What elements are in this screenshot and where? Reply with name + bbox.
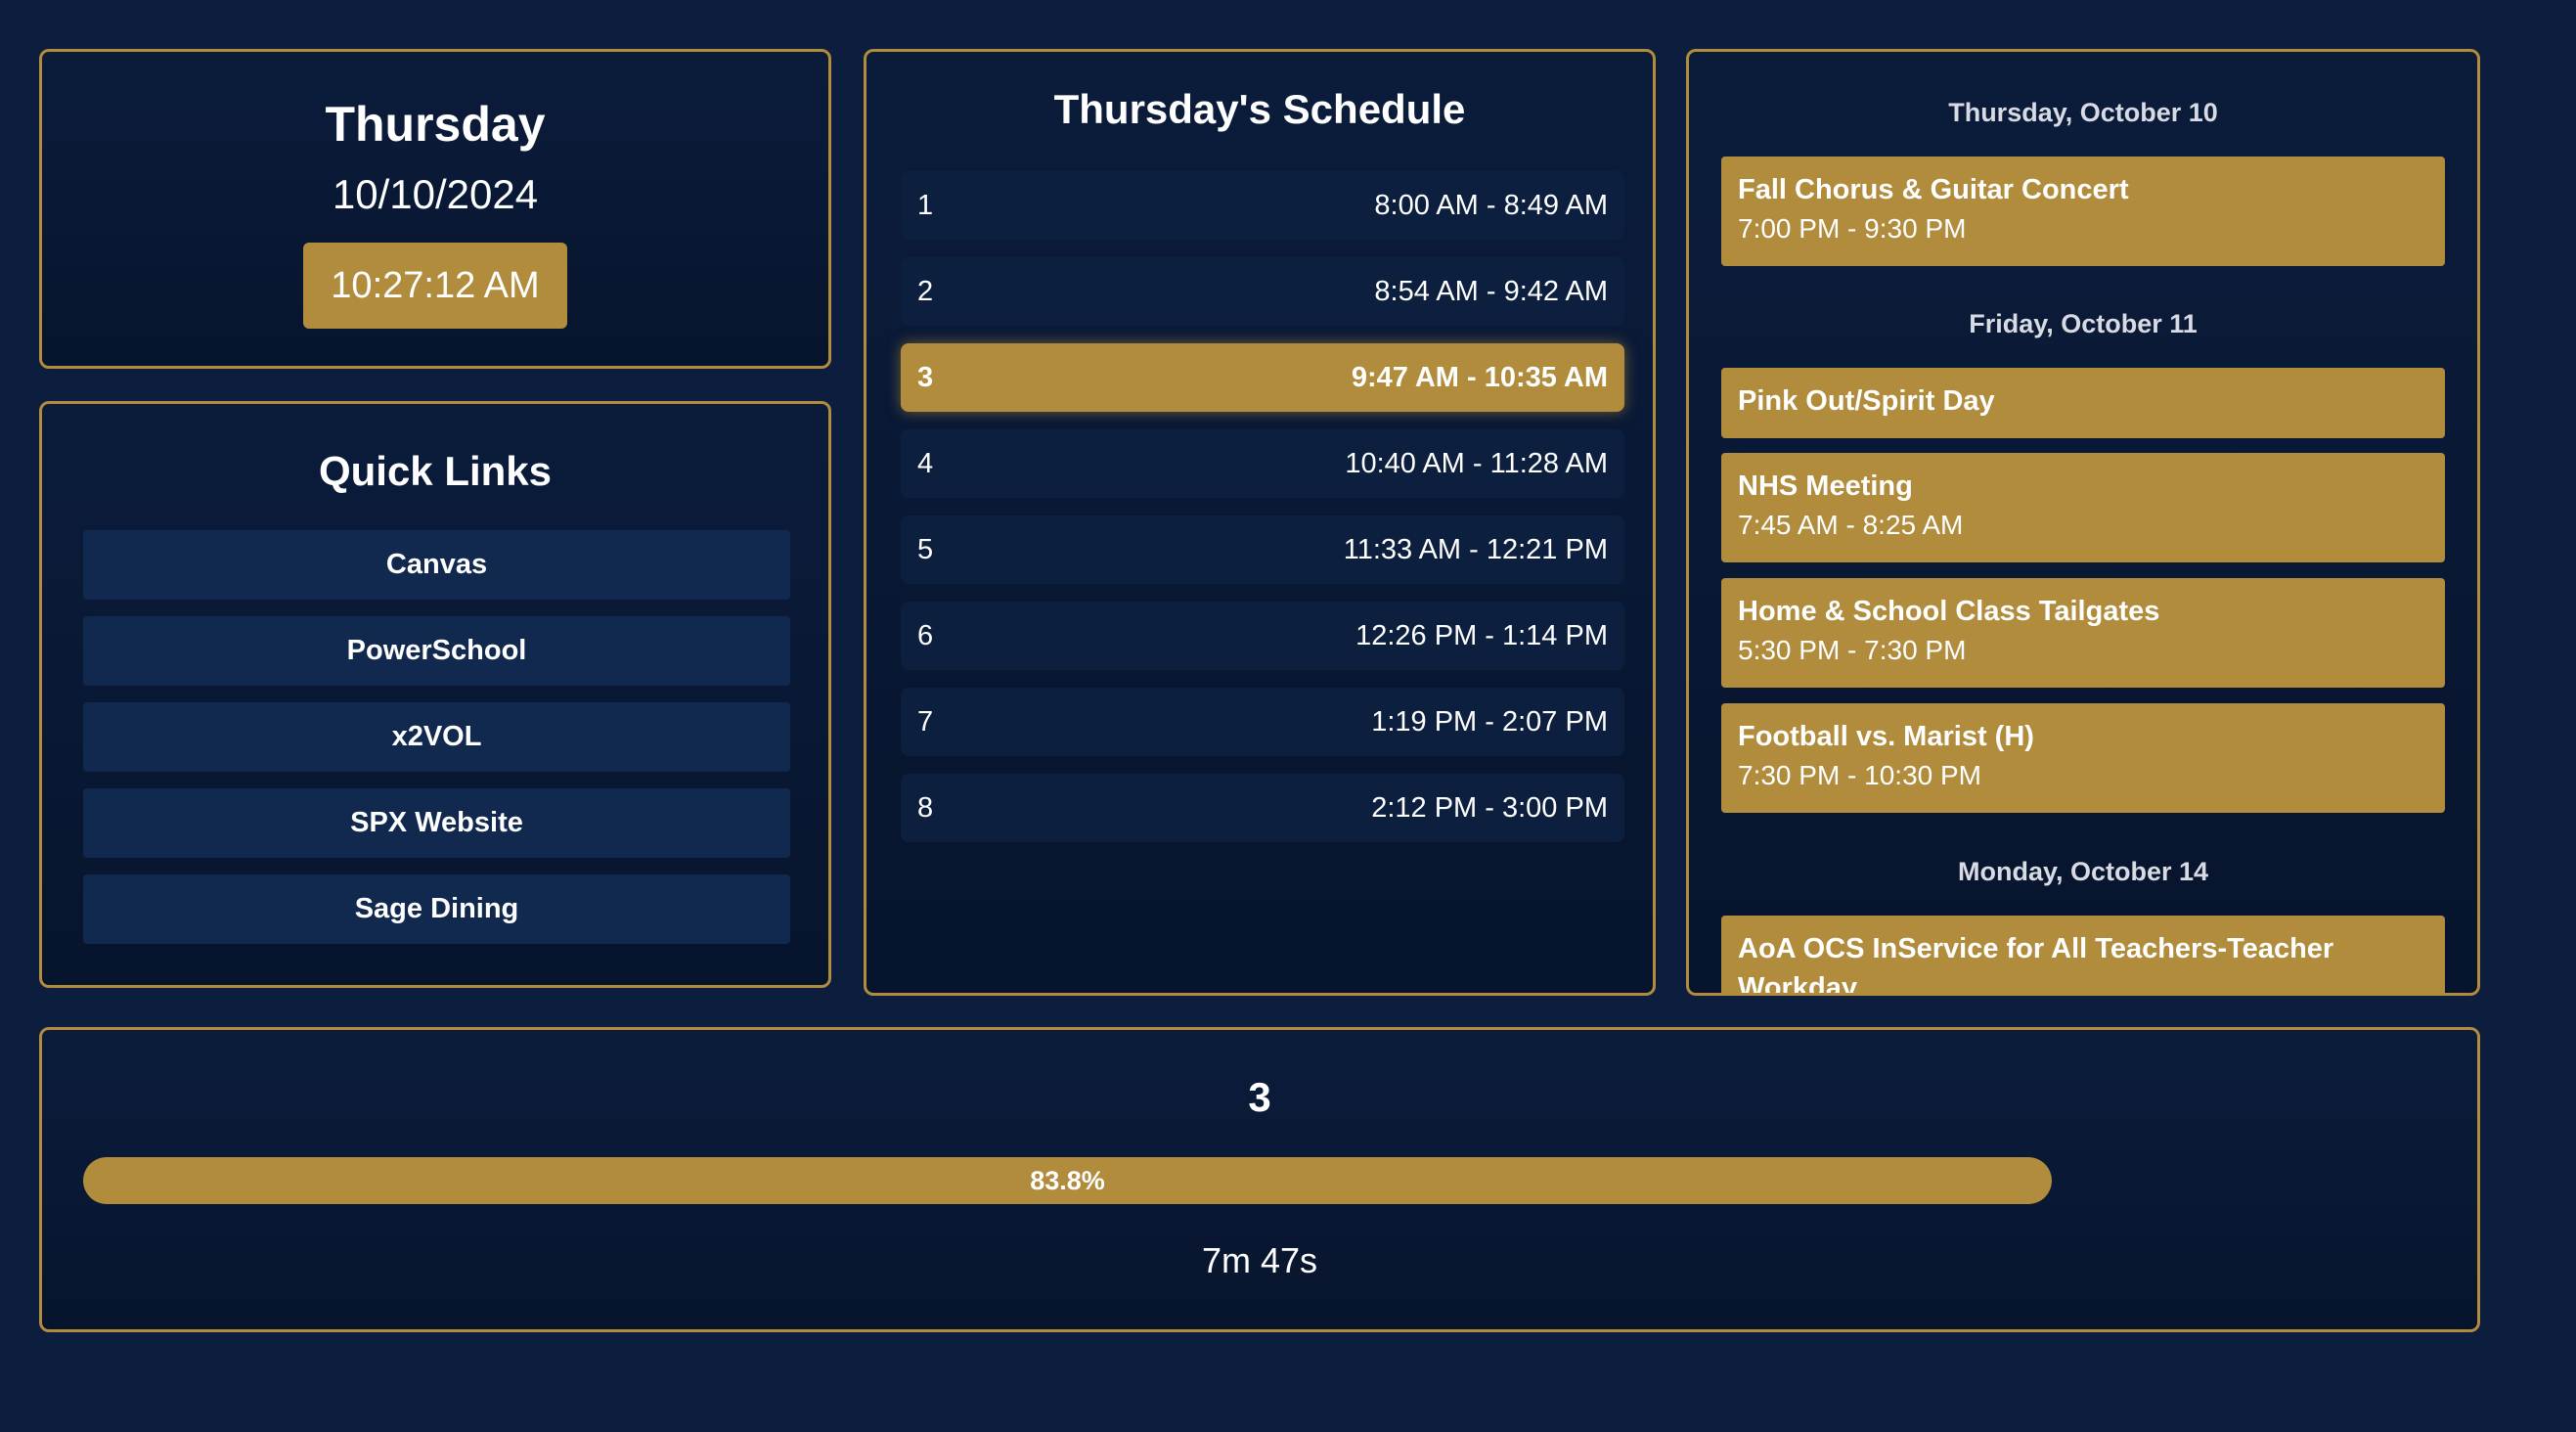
period-progress-panel: 3 83.8% 7m 47s bbox=[39, 1027, 2480, 1332]
event-card[interactable]: AoA OCS InService for All Teachers-Teach… bbox=[1721, 916, 2445, 996]
event-card[interactable]: NHS Meeting 7:45 AM - 8:25 AM bbox=[1721, 453, 2445, 562]
period-time: 12:26 PM - 1:14 PM bbox=[1355, 619, 1608, 651]
period-time: 11:33 AM - 12:21 PM bbox=[1343, 533, 1608, 565]
period-number: 4 bbox=[917, 447, 934, 479]
link-spx-website-button[interactable]: SPX Website bbox=[83, 788, 790, 858]
event-title: Fall Chorus & Guitar Concert bbox=[1738, 174, 2129, 205]
events-panel: Thursday, October 10 Fall Chorus & Guita… bbox=[1686, 49, 2480, 996]
period-row: 6 12:26 PM - 1:14 PM bbox=[901, 602, 1624, 670]
event-title: Football vs. Marist (H) bbox=[1738, 721, 2034, 752]
event-card[interactable]: Home & School Class Tailgates 5:30 PM - … bbox=[1721, 578, 2445, 688]
event-time: 7:45 AM - 8:25 AM bbox=[1738, 510, 1964, 540]
period-time: 1:19 PM - 2:07 PM bbox=[1371, 705, 1608, 738]
time-remaining: 7m 47s bbox=[1201, 1240, 1318, 1280]
schedule-title: Thursday's Schedule bbox=[1053, 86, 1466, 132]
link-canvas-button[interactable]: Canvas bbox=[83, 530, 790, 600]
event-title: AoA OCS InService for All Teachers-Teach… bbox=[1738, 933, 2334, 996]
event-card[interactable]: Fall Chorus & Guitar Concert 7:00 PM - 9… bbox=[1721, 157, 2445, 266]
period-number: 8 bbox=[917, 791, 934, 824]
period-number: 3 bbox=[917, 361, 934, 393]
period-time: 8:54 AM - 9:42 AM bbox=[1374, 275, 1608, 307]
period-time: 10:40 AM - 11:28 AM bbox=[1345, 447, 1608, 479]
link-powerschool-button[interactable]: PowerSchool bbox=[83, 616, 790, 686]
period-row: 7 1:19 PM - 2:07 PM bbox=[901, 688, 1624, 756]
period-number: 5 bbox=[917, 533, 934, 565]
period-row: 5 11:33 AM - 12:21 PM bbox=[901, 515, 1624, 584]
schedule-panel: Thursday's Schedule 1 8:00 AM - 8:49 AM … bbox=[864, 49, 1656, 996]
current-time-badge: 10:27:12 AM bbox=[303, 243, 567, 329]
progress-bar: 83.8% bbox=[83, 1157, 2432, 1204]
period-number: 2 bbox=[917, 275, 934, 307]
period-row: 2 8:54 AM - 9:42 AM bbox=[901, 257, 1624, 326]
progress-percent: 83.8% bbox=[1030, 1165, 1105, 1195]
event-title: Pink Out/Spirit Day bbox=[1738, 385, 1995, 417]
day-name: Thursday bbox=[325, 97, 546, 152]
event-day-heading: Thursday, October 10 bbox=[1948, 98, 2218, 127]
quick-links-panel: Quick Links Canvas PowerSchool x2VOL SPX… bbox=[39, 401, 831, 988]
period-row: 1 8:00 AM - 8:49 AM bbox=[901, 171, 1624, 240]
event-time: 7:30 PM - 10:30 PM bbox=[1738, 760, 1982, 790]
event-time: 5:30 PM - 7:30 PM bbox=[1738, 635, 1967, 665]
event-card[interactable]: Pink Out/Spirit Day bbox=[1721, 368, 2445, 438]
current-period-label: 3 bbox=[1248, 1074, 1271, 1120]
period-time: 2:12 PM - 3:00 PM bbox=[1371, 791, 1608, 824]
period-number: 6 bbox=[917, 619, 934, 651]
event-time: 7:00 PM - 9:30 PM bbox=[1738, 213, 1967, 244]
period-row: 4 10:40 AM - 11:28 AM bbox=[901, 429, 1624, 498]
event-title: NHS Meeting bbox=[1738, 470, 1913, 502]
event-card[interactable]: Football vs. Marist (H) 7:30 PM - 10:30 … bbox=[1721, 703, 2445, 813]
current-time: 10:27:12 AM bbox=[331, 264, 540, 306]
event-day-heading: Monday, October 14 bbox=[1957, 857, 2209, 886]
date-panel: Thursday 10/10/2024 10:27:12 AM bbox=[39, 49, 831, 369]
event-title: Home & School Class Tailgates bbox=[1738, 596, 2160, 627]
current-date: 10/10/2024 bbox=[332, 171, 539, 217]
link-x2vol-button[interactable]: x2VOL bbox=[83, 702, 790, 772]
period-time: 8:00 AM - 8:49 AM bbox=[1374, 189, 1608, 221]
period-time: 9:47 AM - 10:35 AM bbox=[1351, 361, 1608, 393]
quick-links-title: Quick Links bbox=[318, 448, 553, 494]
period-number: 1 bbox=[917, 189, 934, 221]
period-number: 7 bbox=[917, 705, 934, 738]
period-row: 8 2:12 PM - 3:00 PM bbox=[901, 774, 1624, 842]
link-sage-dining-button[interactable]: Sage Dining bbox=[83, 874, 790, 944]
event-day-heading: Friday, October 11 bbox=[1969, 309, 2198, 338]
period-row-active: 3 9:47 AM - 10:35 AM bbox=[901, 343, 1624, 412]
